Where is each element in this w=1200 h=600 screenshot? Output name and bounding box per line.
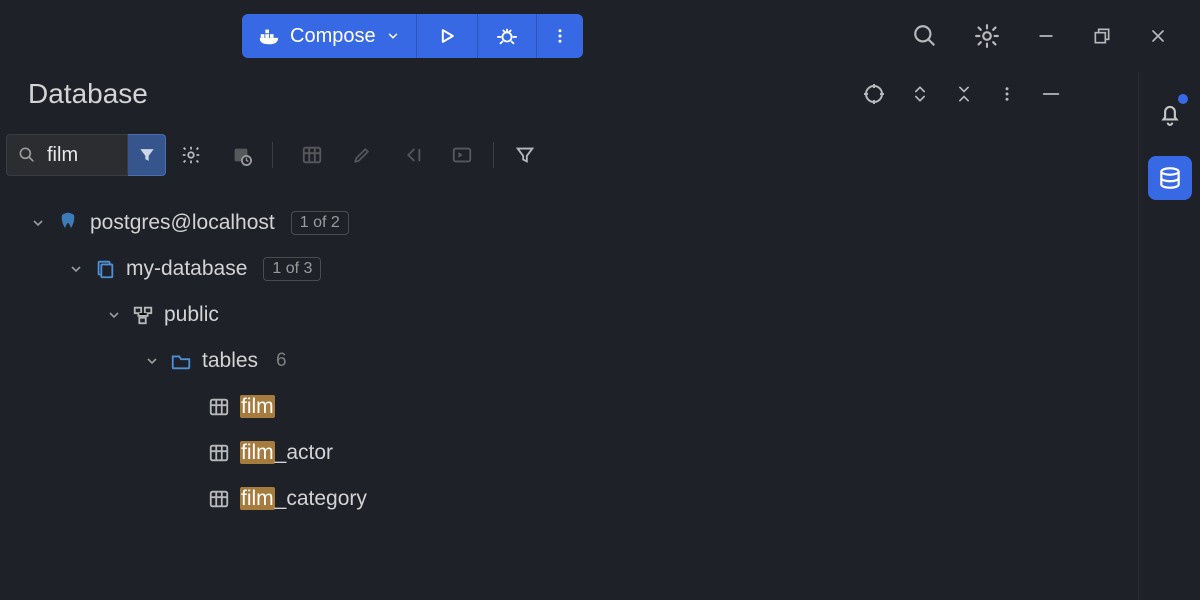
table-node[interactable]: film [30,384,1200,430]
open-console-button[interactable] [445,138,479,172]
table-node[interactable]: film_category [30,476,1200,522]
search-icon [17,145,37,165]
panel-title: Database [28,78,148,110]
datasource-node[interactable]: postgres@localhost 1 of 2 [30,200,1200,246]
database-tree: postgres@localhost 1 of 2 my-database 1 … [0,178,1200,522]
window-close-button[interactable] [1148,26,1168,46]
database-node[interactable]: my-database 1 of 3 [30,246,1200,292]
table-icon [208,396,230,418]
schema-icon [132,304,154,326]
tables-group-node[interactable]: tables 6 [30,338,1200,384]
notification-dot [1178,94,1188,104]
chevron-down-icon [386,29,400,43]
chevron-down-icon[interactable] [68,261,84,277]
jump-icon [401,144,423,166]
datasource-label: postgres@localhost [90,211,275,235]
settings-button[interactable] [974,23,1000,49]
gear-icon [974,23,1000,49]
filter-toggle-button[interactable] [128,134,166,176]
titlebar: Compose [0,0,1200,72]
database-icon [1157,165,1183,191]
restore-icon [1092,26,1112,46]
filter-outline-icon [514,144,536,166]
panel-options-button[interactable] [998,85,1016,103]
schema-node[interactable]: public [30,292,1200,338]
run-button[interactable] [417,14,478,58]
debug-button[interactable] [478,14,537,58]
window-minimize-button[interactable] [1036,26,1056,46]
jump-to-query-button[interactable] [395,138,429,172]
edit-button[interactable] [345,138,379,172]
bug-icon [496,25,518,47]
table-icon [208,488,230,510]
database-toolbar [0,132,1200,178]
database-panel-header: Database [0,72,1200,132]
open-table-button[interactable] [295,138,329,172]
gear-icon [180,144,202,166]
expand-icon [910,84,930,104]
kebab-icon [998,85,1016,103]
play-icon [437,26,457,46]
filter-button[interactable] [508,138,542,172]
postgres-icon [56,211,80,235]
docker-icon [258,25,280,47]
window-restore-button[interactable] [1092,26,1112,46]
chevron-down-icon[interactable] [30,215,46,231]
search-field-wrap [6,134,128,176]
refresh-button[interactable] [224,138,258,172]
table-icon [301,144,323,166]
bell-icon [1157,101,1183,127]
table-label: film_actor [240,441,333,465]
search-input[interactable] [47,144,117,167]
tables-group-label: tables [202,349,258,373]
search-icon [912,23,938,49]
locate-button[interactable] [862,82,886,106]
database-stack-icon [94,258,116,280]
console-icon [451,144,473,166]
chevron-down-icon[interactable] [106,307,122,323]
run-config-group: Compose [242,14,583,58]
collapse-all-button[interactable] [954,84,974,104]
database-tool-button[interactable] [1148,156,1192,200]
table-node[interactable]: film_actor [30,430,1200,476]
tables-count: 6 [276,350,287,372]
minimize-icon [1040,83,1062,105]
database-label: my-database [126,257,247,281]
table-icon [208,442,230,464]
datasource-count-badge: 1 of 2 [291,211,349,235]
minimize-icon [1036,26,1056,46]
compose-label: Compose [290,25,376,48]
folder-icon [170,350,192,372]
schema-label: public [164,303,219,327]
more-run-options-button[interactable] [537,14,583,58]
database-count-badge: 1 of 3 [263,257,321,281]
right-tool-rail [1138,72,1200,600]
compose-run-config-button[interactable]: Compose [242,14,417,58]
datasource-properties-button[interactable] [174,138,208,172]
search-everywhere-button[interactable] [912,23,938,49]
expand-collapse-button[interactable] [910,84,930,104]
collapse-icon [954,84,974,104]
table-label: film_category [240,487,367,511]
table-label: film [240,395,275,419]
close-icon [1148,26,1168,46]
crosshair-icon [862,82,886,106]
notifications-button[interactable] [1148,92,1192,136]
hide-panel-button[interactable] [1040,83,1062,105]
chevron-down-icon[interactable] [144,353,160,369]
pencil-icon [352,145,372,165]
filter-icon [137,145,157,165]
kebab-icon [551,27,569,45]
stop-refresh-icon [230,144,252,166]
